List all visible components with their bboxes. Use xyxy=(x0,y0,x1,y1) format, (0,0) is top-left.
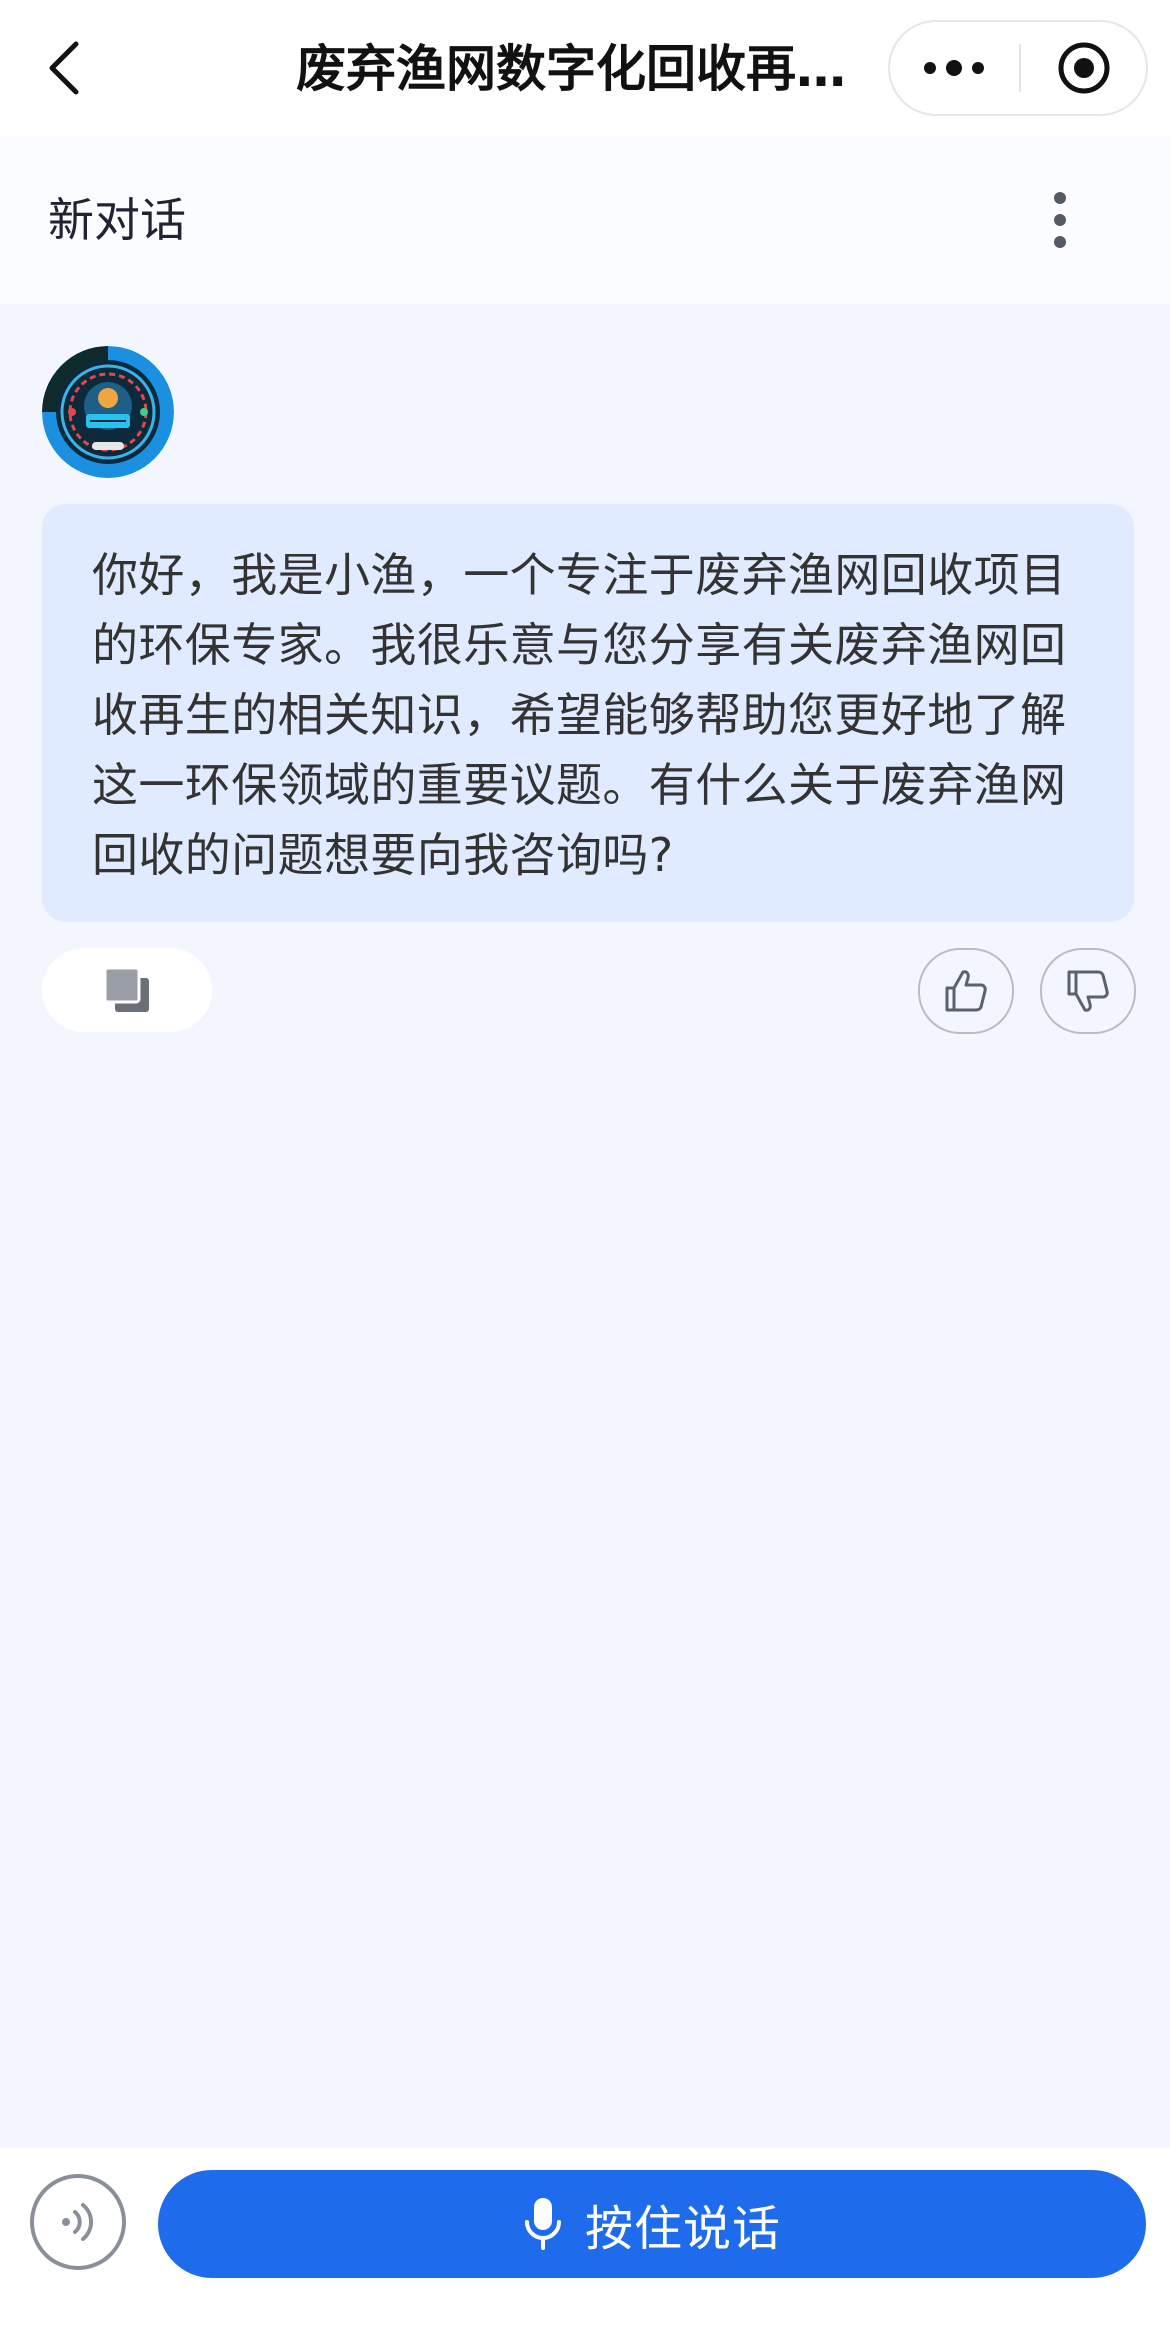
target-close-icon xyxy=(1058,42,1110,94)
top-navigation-bar: 废弃渔网数字化回收再… xyxy=(0,0,1170,136)
copy-icon xyxy=(103,966,149,1012)
voice-mode-toggle[interactable] xyxy=(30,2174,126,2270)
hold-to-talk-button[interactable]: 按住说话 xyxy=(158,2170,1146,2278)
more-dots-icon xyxy=(924,60,984,76)
conversation-menu-button[interactable] xyxy=(1030,184,1090,256)
voice-wave-icon xyxy=(62,2203,94,2241)
thumbs-up-icon xyxy=(945,970,987,1012)
back-button[interactable] xyxy=(36,30,92,106)
hold-to-talk-label: 按住说话 xyxy=(584,2201,781,2257)
close-button[interactable] xyxy=(1022,22,1146,114)
mini-program-capsule xyxy=(888,20,1148,116)
microphone-icon xyxy=(524,2198,561,2250)
assistant-avatar xyxy=(42,346,174,478)
fishing-net-badge-avatar xyxy=(42,346,174,478)
thumbs-down-icon xyxy=(1067,970,1109,1012)
assistant-message-text: 你好，我是小渔，一个专注于废弃渔网回收项目的环保专家。我很乐意与您分享有关废弃渔… xyxy=(92,548,1067,882)
capsule-divider xyxy=(1019,44,1021,92)
more-button[interactable] xyxy=(890,22,1018,114)
conversation-header: 新对话 xyxy=(0,136,1170,304)
conversation-title: 新对话 xyxy=(48,193,186,247)
chevron-left-icon xyxy=(49,41,79,95)
page-title: 废弃渔网数字化回收再… xyxy=(296,40,846,98)
assistant-message-bubble: 你好，我是小渔，一个专注于废弃渔网回收项目的环保专家。我很乐意与您分享有关废弃渔… xyxy=(42,504,1134,922)
input-bar: 按住说话 xyxy=(0,2148,1170,2328)
like-button[interactable] xyxy=(918,948,1014,1034)
copy-button[interactable] xyxy=(42,948,212,1032)
kebab-icon xyxy=(1054,192,1066,248)
dislike-button[interactable] xyxy=(1040,948,1136,1034)
